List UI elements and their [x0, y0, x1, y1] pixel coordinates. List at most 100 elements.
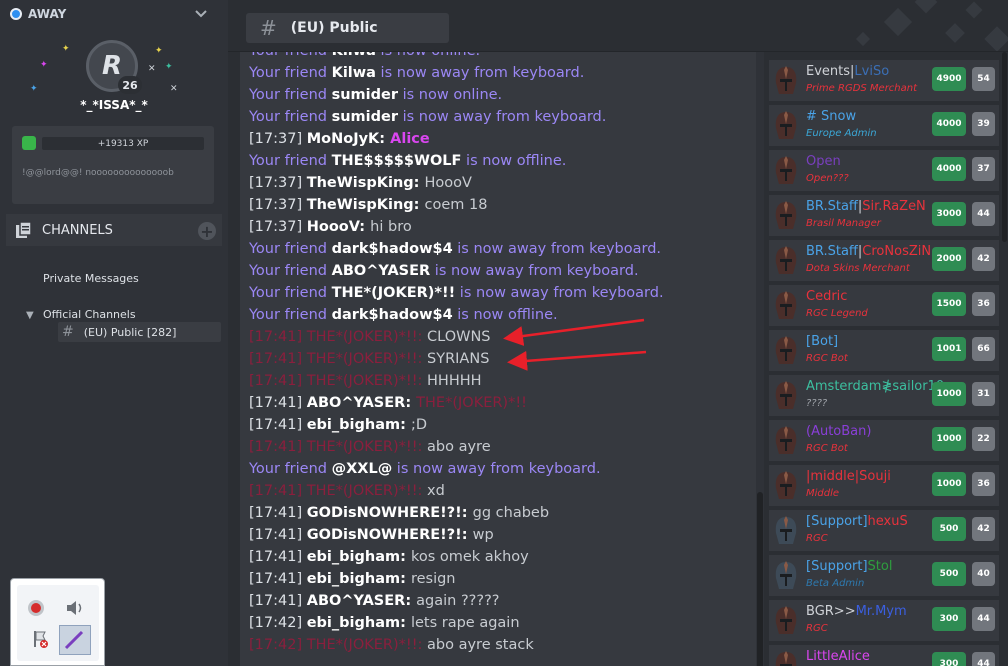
spartan-helmet-icon: [775, 471, 797, 499]
user-name: |middle|Souji: [806, 469, 891, 484]
user-row[interactable]: BGR>>Mr.Mym RGC 300 44: [769, 600, 999, 641]
xp-bar: +19313 XP: [42, 137, 204, 150]
flag-icon[interactable]: [31, 629, 49, 649]
chat-segment[interactable]: dark$hadow$4: [332, 241, 453, 257]
chat-segment[interactable]: ABO^YASER:: [307, 395, 416, 411]
record-icon[interactable]: [27, 599, 45, 617]
chat-message: Your friend sumider is now online.: [249, 84, 754, 106]
chat-segment[interactable]: THE*(JOKER)*!!: [332, 285, 456, 301]
chat-segment[interactable]: ABO^YASER:: [307, 593, 416, 609]
user-row[interactable]: Amsterdam≹sailor10???? 1000 31: [769, 375, 999, 416]
user-points-badge: 1000: [932, 382, 966, 406]
expand-icon[interactable]: ▼: [26, 310, 34, 321]
chat-segment: resign: [410, 571, 456, 587]
pen-tool-button[interactable]: [59, 625, 91, 655]
user-row[interactable]: Cedric RGC Legend 1500 36: [769, 285, 999, 326]
chat-segment[interactable]: MoNoJyK:: [307, 131, 390, 147]
level-badge: 26: [118, 76, 142, 94]
chat-message: [17:41] ebi_bigham: ;D: [249, 414, 754, 436]
status-selector[interactable]: AWAY: [0, 0, 228, 28]
user-row[interactable]: Events|LviSo Prime RGDS Merchant 4900 54: [769, 60, 999, 101]
user-name-part: hexuS: [867, 514, 908, 529]
chat-segment: is now away from keyboard.: [455, 285, 664, 301]
chat-segment[interactable]: dark$hadow$4: [332, 307, 453, 323]
userlist-scroll-thumb[interactable]: [1002, 52, 1007, 242]
chat-segment[interactable]: GODisNOWHERE!?!:: [307, 505, 473, 521]
user-name-part: [Bot]: [806, 334, 839, 349]
userlist-scrollbar[interactable]: [1001, 52, 1008, 666]
user-level-badge: 36: [972, 292, 995, 316]
chat-message: [17:41] ABO^YASER: again ?????: [249, 590, 754, 612]
user-row[interactable]: (AutoBan) RGC Bot 1000 22: [769, 420, 999, 461]
chevron-down-icon[interactable]: [194, 6, 208, 20]
chat-lines: Your friend Kilwa is now online.Your fri…: [249, 52, 754, 656]
chat-segment[interactable]: GODisNOWHERE!?!:: [307, 527, 473, 543]
chat-segment[interactable]: ABO^YASER: [332, 263, 431, 279]
status-message[interactable]: !@@lord@@! noooooooooooooob: [22, 168, 174, 178]
chat-segment: [17:41] THE*(JOKER)*!!:: [249, 373, 428, 389]
chat-segment: is now away from keyboard.: [375, 65, 585, 81]
user-row[interactable]: [Support]hexuS RGC 500 42: [769, 510, 999, 551]
user-row[interactable]: Open Open??? 4000 37: [769, 150, 999, 191]
chat-segment: [17:41]: [249, 593, 307, 609]
user-role: RGC: [806, 623, 828, 634]
user-row[interactable]: LittleAlice 300 44: [769, 645, 999, 666]
chat-segment[interactable]: Kilwa: [332, 52, 376, 59]
chat-message: [17:37] TheWispKing: coem 18: [249, 194, 754, 216]
hash-icon: #: [260, 16, 277, 40]
chat-segment[interactable]: ebi_bigham:: [307, 615, 411, 631]
user-name-part: Cedric: [806, 289, 848, 304]
user-row[interactable]: BR.Staff|CroNosZiN Dota Skins Merchant 200…: [769, 240, 999, 281]
chat-segment[interactable]: sumider: [332, 87, 398, 103]
user-level-badge: 36: [972, 472, 995, 496]
chat-segment[interactable]: TheWispKing:: [307, 175, 425, 191]
spartan-helmet-icon: [775, 291, 797, 319]
chat-segment[interactable]: TheWispKing:: [307, 197, 425, 213]
sparkle-icon: ✦: [62, 44, 70, 54]
chat-message: Your friend Kilwa is now away from keybo…: [249, 62, 754, 84]
chat-segment: Your friend: [249, 87, 332, 103]
chat-segment: Your friend: [249, 109, 332, 125]
chat-scroll-thumb[interactable]: [757, 492, 763, 666]
chat-segment[interactable]: HoooV:: [307, 219, 370, 235]
user-name-part: (AutoBan): [806, 424, 872, 439]
chat-segment[interactable]: ebi_bigham:: [307, 417, 411, 433]
chat-segment: wp: [472, 527, 494, 543]
user-role: Middle: [806, 488, 840, 499]
user-row[interactable]: # Snow Europe Admin 4000 39: [769, 105, 999, 146]
chat-segment[interactable]: sumider: [332, 109, 398, 125]
nav-private-messages[interactable]: Private Messages: [43, 272, 139, 285]
chat-scrollbar[interactable]: [756, 52, 764, 666]
status-label: AWAY: [28, 7, 67, 21]
chat-segment: ;D: [410, 417, 428, 433]
chat-segment[interactable]: ebi_bigham:: [307, 571, 411, 587]
user-name: (AutoBan): [806, 424, 871, 439]
chat-message: [17:41] ABO^YASER: THE*(JOKER)*!!: [249, 392, 754, 414]
user-row[interactable]: |middle|Souji Middle 1000 36: [769, 465, 999, 506]
chat-segment[interactable]: Kilwa: [332, 65, 376, 81]
chat-segment: abo ayre stack: [427, 637, 534, 653]
user-row[interactable]: [Support]Stol Beta Admin 500 40: [769, 555, 999, 596]
decor-shape: [984, 26, 1008, 51]
user-name: Cedric: [806, 289, 847, 304]
chat-segment: [17:41] THE*(JOKER)*!!:: [249, 439, 428, 455]
nav-channel-eu-public[interactable]: # (EU) Public [282]: [58, 322, 221, 342]
chat-log[interactable]: Your friend Kilwa is now online.Your fri…: [240, 52, 756, 666]
chat-message: Your friend THE$$$$$WOLF is now offline.: [249, 150, 754, 172]
chat-segment[interactable]: THE$$$$$WOLF: [332, 153, 462, 169]
chat-segment: is now away from keyboard.: [398, 109, 607, 125]
user-name-part: BGR>>: [806, 604, 856, 619]
user-row[interactable]: [Bot] RGC Bot 1001 66: [769, 330, 999, 371]
user-row[interactable]: BR.Staff|Sir.RaZeN Brasil Manager 3000 44: [769, 195, 999, 236]
chat-segment[interactable]: @XXL@: [332, 461, 393, 477]
user-name-part: |middle|Souji: [806, 469, 891, 484]
user-name: Events|LviSo: [806, 64, 889, 79]
speaker-icon[interactable]: [65, 599, 85, 617]
user-role: RGC Bot: [806, 443, 848, 454]
add-channel-button[interactable]: +: [198, 222, 216, 241]
chat-segment[interactable]: ebi_bigham:: [307, 549, 411, 565]
chat-message: [17:41] THE*(JOKER)*!!: SYRIANS: [249, 348, 754, 370]
user-level-badge: 44: [972, 652, 995, 666]
nav-official-channels[interactable]: Official Channels: [43, 308, 136, 321]
chat-segment: is now offline.: [452, 307, 558, 323]
